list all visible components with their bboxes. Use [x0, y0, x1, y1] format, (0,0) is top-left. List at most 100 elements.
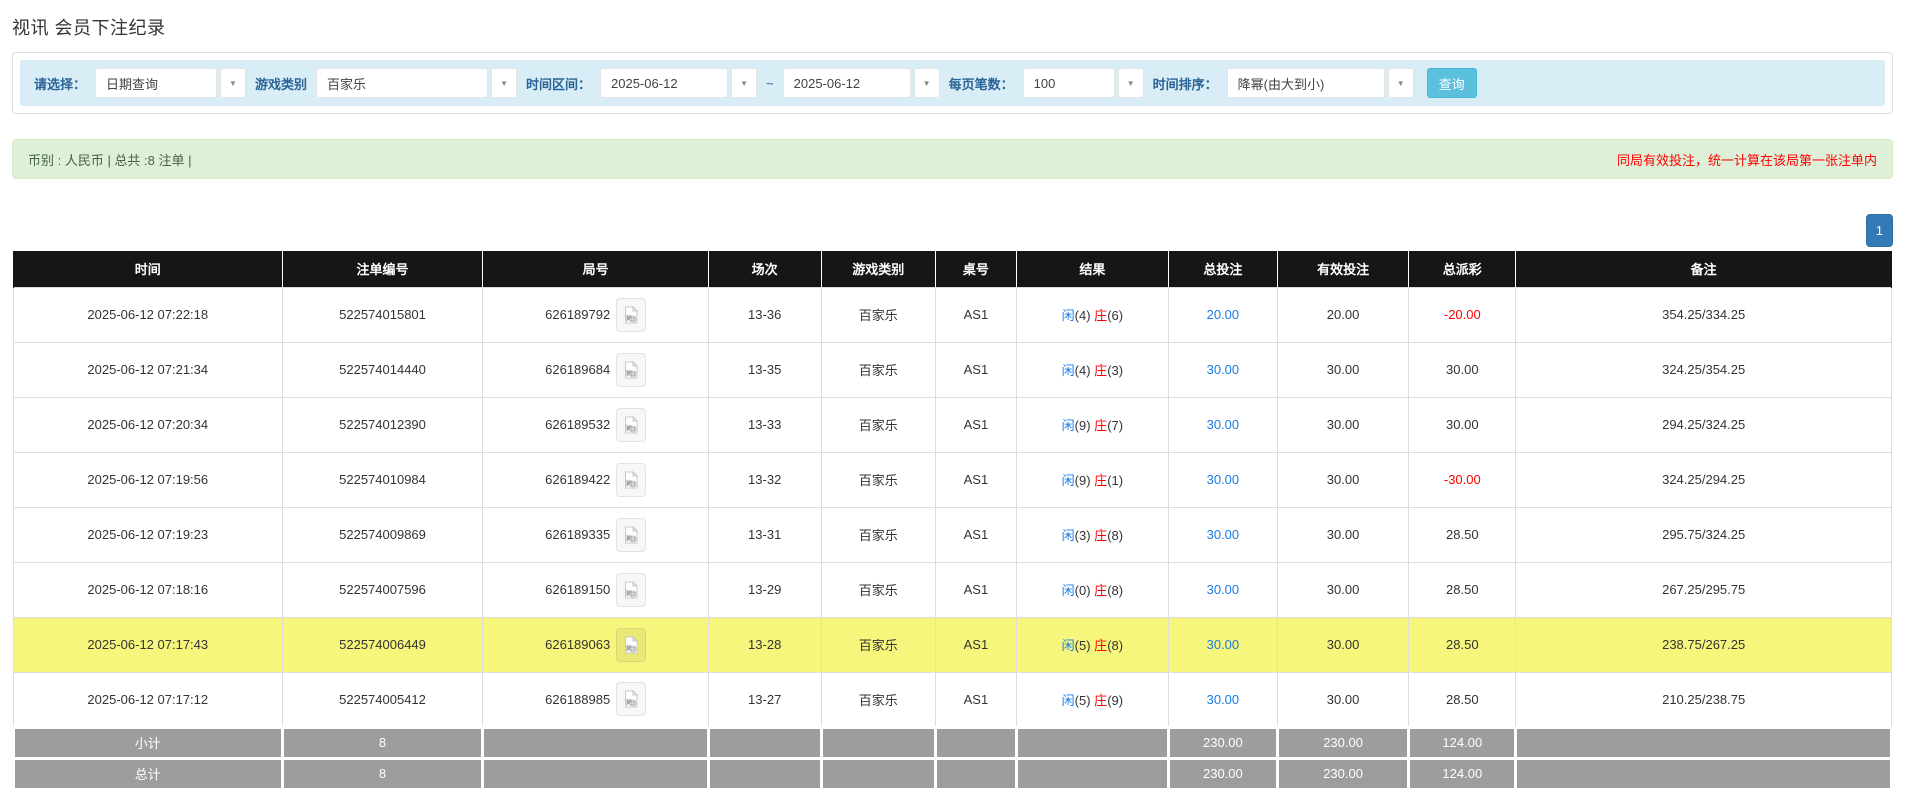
- total-bet-link[interactable]: 30.00: [1207, 472, 1240, 487]
- total-bet-link[interactable]: 30.00: [1207, 362, 1240, 377]
- table-row: 2025-06-12 07:19:23 522574009869 6261893…: [13, 506, 1892, 563]
- sort-order-select[interactable]: 降幂(由大到小) ▼: [1226, 68, 1414, 98]
- bet-id-cell: 522574015801: [281, 286, 484, 343]
- table-header-row: 时间 注单编号 局号 场次 游戏类别 桌号 结果 总投注 有效投注 总派彩 备注: [13, 251, 1892, 287]
- result-banker-label: 庄: [1094, 692, 1108, 708]
- chevron-down-icon[interactable]: ▼: [731, 68, 758, 98]
- table-no-cell: AS1: [935, 286, 1017, 343]
- result-banker-label: 庄: [1094, 583, 1108, 598]
- video-replay-button[interactable]: [616, 572, 647, 607]
- game-type-cell: 百家乐: [820, 451, 937, 508]
- result-player-label: 闲: [1061, 308, 1075, 323]
- bet-id-cell: 522574010984: [281, 451, 484, 508]
- bet-id-cell: 522574014440: [281, 341, 484, 398]
- date-from-picker[interactable]: 2025-06-12 ▼: [600, 68, 758, 98]
- round-id: 626189532: [545, 417, 611, 432]
- result-player-label: 闲: [1061, 638, 1075, 653]
- result-player-value: (9): [1074, 473, 1091, 488]
- subtotal-payout: 124.00: [1407, 725, 1518, 760]
- game-type-cell: 百家乐: [820, 616, 937, 673]
- select-mode-label: 请选择：: [34, 76, 87, 92]
- game-type-select[interactable]: 百家乐 ▼: [316, 68, 518, 98]
- col-header-table-no: 桌号: [935, 251, 1017, 287]
- round-cell: 626189792: [482, 286, 709, 343]
- chevron-down-icon[interactable]: ▼: [913, 68, 940, 98]
- round-id: 626188985: [545, 691, 611, 707]
- page-size-select[interactable]: 100 ▼: [1022, 68, 1144, 98]
- round-cell: 626189335: [482, 506, 709, 563]
- payout-cell: 28.50: [1408, 616, 1517, 673]
- sort-order-value[interactable]: 降幂(由大到小): [1226, 68, 1385, 98]
- query-mode-select[interactable]: 日期查询 ▼: [95, 68, 247, 98]
- date-to-picker[interactable]: 2025-06-12 ▼: [782, 68, 940, 98]
- game-type-cell: 百家乐: [820, 561, 937, 618]
- bet-id-cell: 522574006449: [281, 616, 484, 673]
- video-replay-button[interactable]: [616, 517, 647, 552]
- date-from-value[interactable]: 2025-06-12: [600, 68, 729, 98]
- payout-cell: 28.50: [1408, 506, 1517, 563]
- game-type-cell: 百家乐: [820, 506, 937, 563]
- filter-bar: 请选择： 日期查询 ▼ 游戏类别 百家乐 ▼ 时间区间： 2025-06-12 …: [20, 60, 1885, 106]
- table-row: 2025-06-12 07:20:34 522574012390 6261895…: [13, 396, 1892, 453]
- round-id: 626189063: [545, 637, 611, 652]
- table-no-cell: AS1: [935, 616, 1017, 673]
- video-record-icon: [625, 690, 639, 708]
- round-cell: 626189532: [482, 396, 709, 453]
- total-total-bet: 230.00: [1166, 756, 1279, 791]
- valid-bet-cell: 30.00: [1276, 341, 1410, 398]
- chevron-down-icon[interactable]: ▼: [220, 68, 247, 98]
- subtotal-total-bet: 230.00: [1166, 725, 1279, 760]
- video-replay-button[interactable]: [616, 352, 647, 387]
- bet-id-cell: 522574012390: [281, 396, 484, 453]
- video-replay-button[interactable]: [616, 627, 647, 662]
- total-bet-cell: 30.00: [1167, 451, 1278, 508]
- total-bet-link[interactable]: 30.00: [1207, 582, 1240, 597]
- result-cell: 闲(4) 庄(3): [1015, 341, 1169, 398]
- game-type-value[interactable]: 百家乐: [316, 68, 489, 98]
- payout-value: 28.50: [1446, 582, 1479, 597]
- result-banker-label: 庄: [1094, 308, 1108, 323]
- round-cell: 626189422: [482, 451, 709, 508]
- video-replay-button[interactable]: [616, 682, 647, 716]
- result-banker-value: (1): [1107, 473, 1124, 488]
- search-button[interactable]: 查询: [1426, 68, 1477, 98]
- result-cell: 闲(5) 庄(9): [1015, 671, 1169, 728]
- page-size-value[interactable]: 100: [1022, 68, 1115, 98]
- session-cell: 13-31: [707, 506, 822, 563]
- total-bet-link[interactable]: 30.00: [1207, 692, 1240, 707]
- chevron-down-icon[interactable]: ▼: [1117, 68, 1144, 98]
- chevron-down-icon[interactable]: ▼: [1387, 68, 1414, 98]
- result-player-label: 闲: [1061, 363, 1075, 378]
- session-cell: 13-29: [707, 561, 822, 618]
- col-header-valid-bet: 有效投注: [1276, 251, 1410, 287]
- total-bet-cell: 30.00: [1167, 506, 1278, 563]
- result-cell: 闲(3) 庄(8): [1015, 506, 1169, 563]
- table-no-cell: AS1: [935, 451, 1017, 508]
- video-replay-button[interactable]: [616, 297, 647, 332]
- table-row: 2025-06-12 07:19:56 522574010984 6261894…: [13, 451, 1892, 508]
- video-replay-button[interactable]: [616, 462, 647, 497]
- time-cell: 2025-06-12 07:21:34: [13, 341, 283, 398]
- round-cell: 626189063: [482, 616, 709, 673]
- table-no-cell: AS1: [935, 506, 1017, 563]
- date-to-value[interactable]: 2025-06-12: [782, 68, 911, 98]
- payout-cell: 28.50: [1408, 561, 1517, 618]
- video-replay-button[interactable]: [616, 407, 647, 442]
- total-bet-link[interactable]: 20.00: [1207, 307, 1240, 322]
- query-mode-value[interactable]: 日期查询: [95, 68, 218, 98]
- result-banker-value: (8): [1107, 528, 1124, 543]
- result-banker-value: (8): [1107, 583, 1124, 598]
- total-valid-bet: 230.00: [1275, 756, 1411, 791]
- bet-records-table: 时间 注单编号 局号 场次 游戏类别 桌号 结果 总投注 有效投注 总派彩 备注…: [12, 251, 1893, 791]
- total-bet-link[interactable]: 30.00: [1207, 527, 1240, 542]
- total-bet-link[interactable]: 30.00: [1207, 417, 1240, 432]
- result-cell: 闲(4) 庄(6): [1015, 286, 1169, 343]
- chevron-down-icon[interactable]: ▼: [491, 68, 518, 98]
- page-1-button[interactable]: 1: [1865, 214, 1893, 247]
- page-size-label: 每页笔数：: [948, 76, 1014, 92]
- subtotal-label: 小计: [12, 725, 284, 760]
- total-bet-link[interactable]: 30.00: [1207, 637, 1240, 652]
- result-player-label: 闲: [1061, 692, 1075, 708]
- result-banker-value: (7): [1107, 418, 1124, 433]
- remark-cell: 294.25/324.25: [1515, 396, 1892, 453]
